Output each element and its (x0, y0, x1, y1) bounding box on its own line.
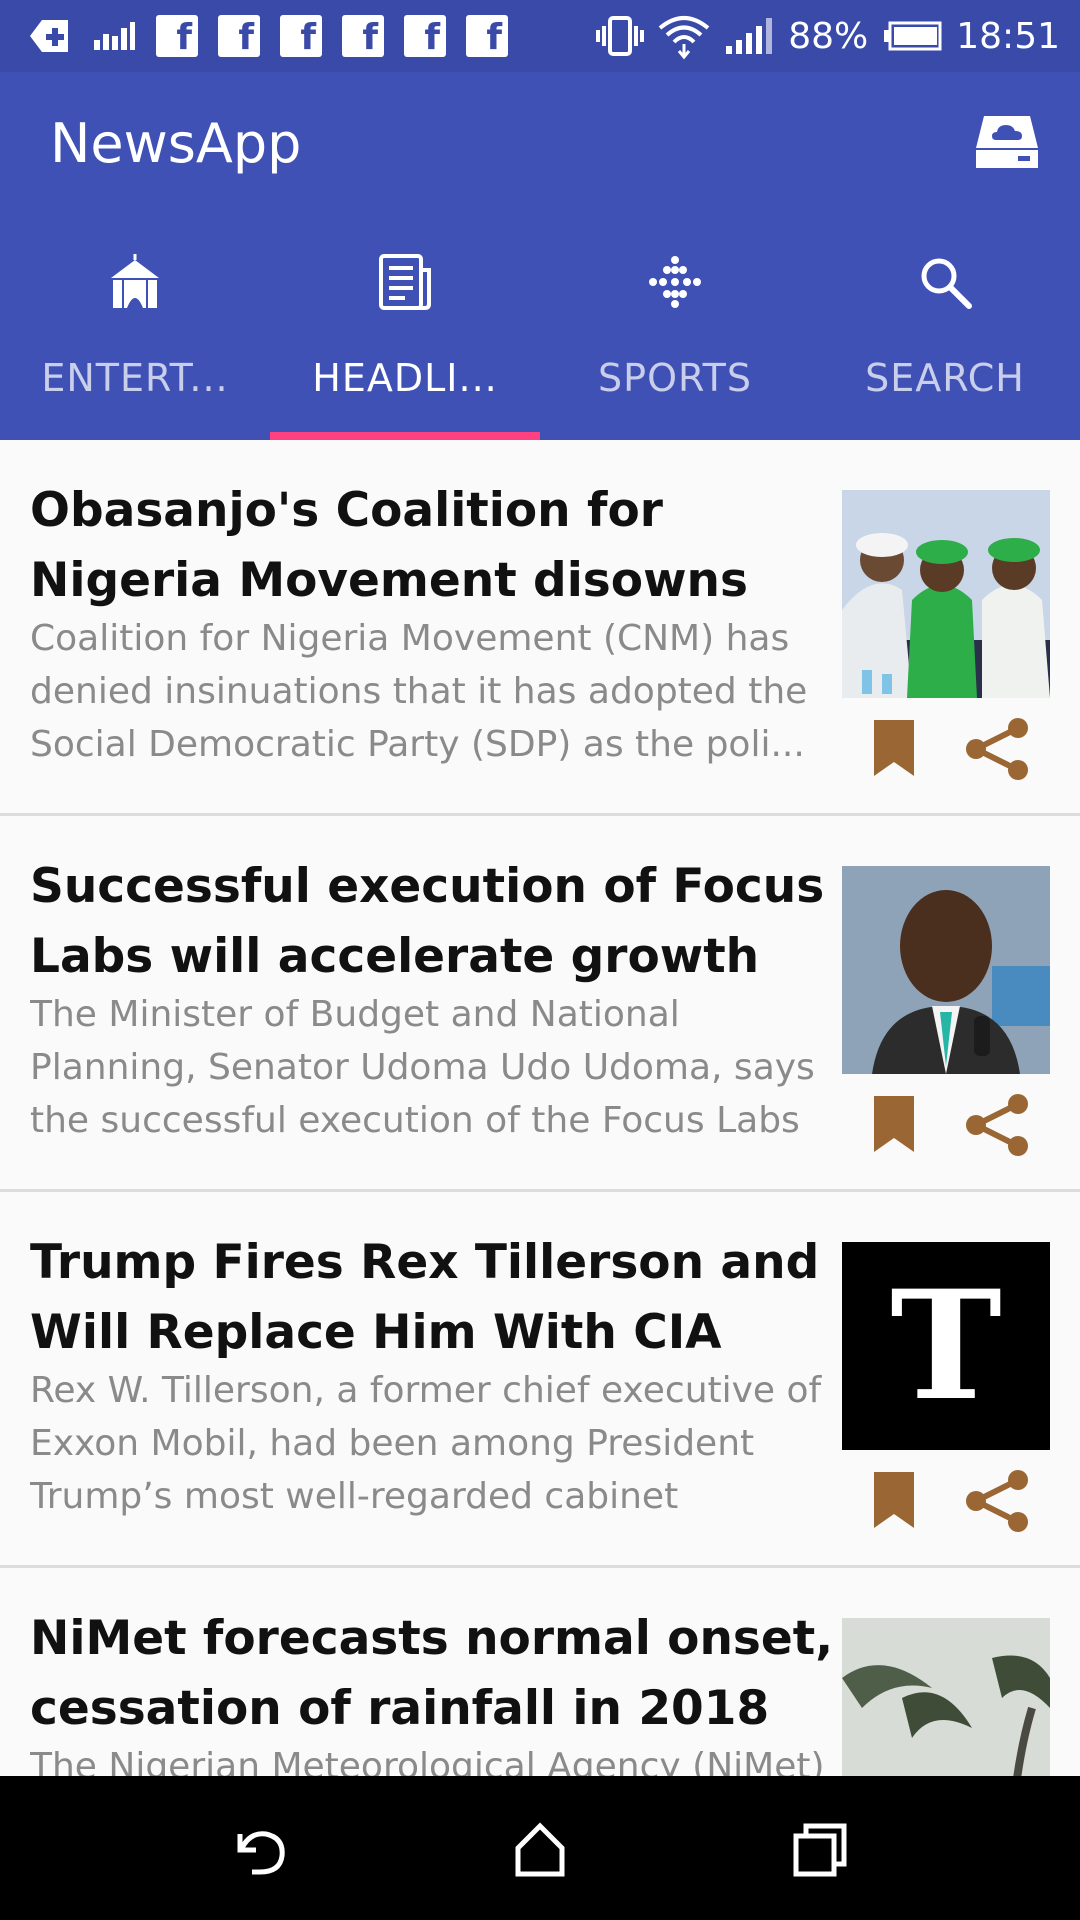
share-icon[interactable] (962, 1092, 1032, 1158)
dots-icon (645, 252, 705, 312)
app-title: NewsApp (50, 112, 302, 175)
battery-icon (882, 21, 942, 51)
tab-headlines[interactable]: HEADLI... (270, 252, 540, 440)
bookmark-icon[interactable] (868, 1094, 920, 1156)
tab-label: SEARCH (865, 356, 1025, 400)
health-plus-icon (28, 16, 72, 56)
article-summary: Coalition for Nigeria Movement (CNM) has… (30, 618, 808, 765)
article-card[interactable]: NiMet forecasts normal onset, cessation … (0, 1568, 1080, 1776)
article-thumbnail[interactable] (842, 490, 1050, 698)
tab-search[interactable]: SEARCH (810, 252, 1080, 440)
cloud-storage-icon[interactable] (974, 106, 1040, 172)
article-thumbnail[interactable]: T (842, 1242, 1050, 1450)
recents-icon[interactable] (790, 1820, 850, 1880)
tab-bar: ENTERT... HEADLI... SPORTS SEARCH (0, 252, 1080, 440)
circus-tent-icon (105, 252, 165, 312)
article-summary: The Minister of Budget and National Plan… (30, 994, 815, 1141)
tab-indicator (270, 432, 540, 440)
tab-label: SPORTS (598, 356, 752, 400)
cell-signal-icon (724, 16, 774, 56)
battery-percent: 88% (788, 15, 869, 57)
back-icon[interactable] (230, 1820, 290, 1880)
newspaper-icon (375, 252, 435, 312)
facebook-icon: f (342, 15, 384, 57)
article-summary: The Nigerian Meteorological Agency (NiMe… (30, 1746, 825, 1776)
article-summary: Rex W. Tillerson, a former chief executi… (30, 1370, 822, 1517)
share-icon[interactable] (962, 716, 1032, 782)
article-headline[interactable]: Successful execution of Focus Labs will … (30, 852, 838, 992)
home-icon[interactable] (510, 1820, 570, 1880)
tab-label: ENTERT... (41, 356, 229, 400)
article-card[interactable]: Successful execution of Focus Labs will … (0, 816, 1080, 1192)
tab-sports[interactable]: SPORTS (540, 252, 810, 440)
bookmark-icon[interactable] (868, 718, 920, 780)
article-list[interactable]: Obasanjo's Coalition for Nigeria Movemen… (0, 440, 1080, 1776)
nyt-logo: T (890, 1258, 1002, 1434)
clock: 18:51 (956, 15, 1060, 57)
signal-bars-icon (92, 18, 136, 54)
bookmark-icon[interactable] (868, 1470, 920, 1532)
article-thumbnail[interactable] (842, 866, 1050, 1074)
article-card[interactable]: Obasanjo's Coalition for Nigeria Movemen… (0, 440, 1080, 816)
tab-label: HEADLI... (312, 356, 498, 400)
article-thumbnail[interactable] (842, 1618, 1050, 1776)
facebook-icon: f (218, 15, 260, 57)
navigation-bar (0, 1776, 1080, 1920)
wifi-icon (658, 12, 710, 60)
article-headline[interactable]: Obasanjo's Coalition for Nigeria Movemen… (30, 476, 838, 616)
article-headline[interactable]: Trump Fires Rex Tillerson and Will Repla… (30, 1228, 838, 1368)
facebook-icon: f (466, 15, 508, 57)
app-bar: NewsApp ENTERT... HEADLI... SPORTS SEARC… (0, 72, 1080, 440)
facebook-icon: f (404, 15, 446, 57)
status-bar: f f f f f f 88% 18:51 (0, 0, 1080, 72)
vibrate-icon (596, 14, 645, 58)
share-icon[interactable] (962, 1468, 1032, 1534)
facebook-icon: f (156, 15, 198, 57)
tab-entertainment[interactable]: ENTERT... (0, 252, 270, 440)
search-icon (915, 252, 975, 312)
article-headline[interactable]: NiMet forecasts normal onset, cessation … (30, 1604, 838, 1744)
article-card[interactable]: Trump Fires Rex Tillerson and Will Repla… (0, 1192, 1080, 1568)
facebook-icon: f (280, 15, 322, 57)
